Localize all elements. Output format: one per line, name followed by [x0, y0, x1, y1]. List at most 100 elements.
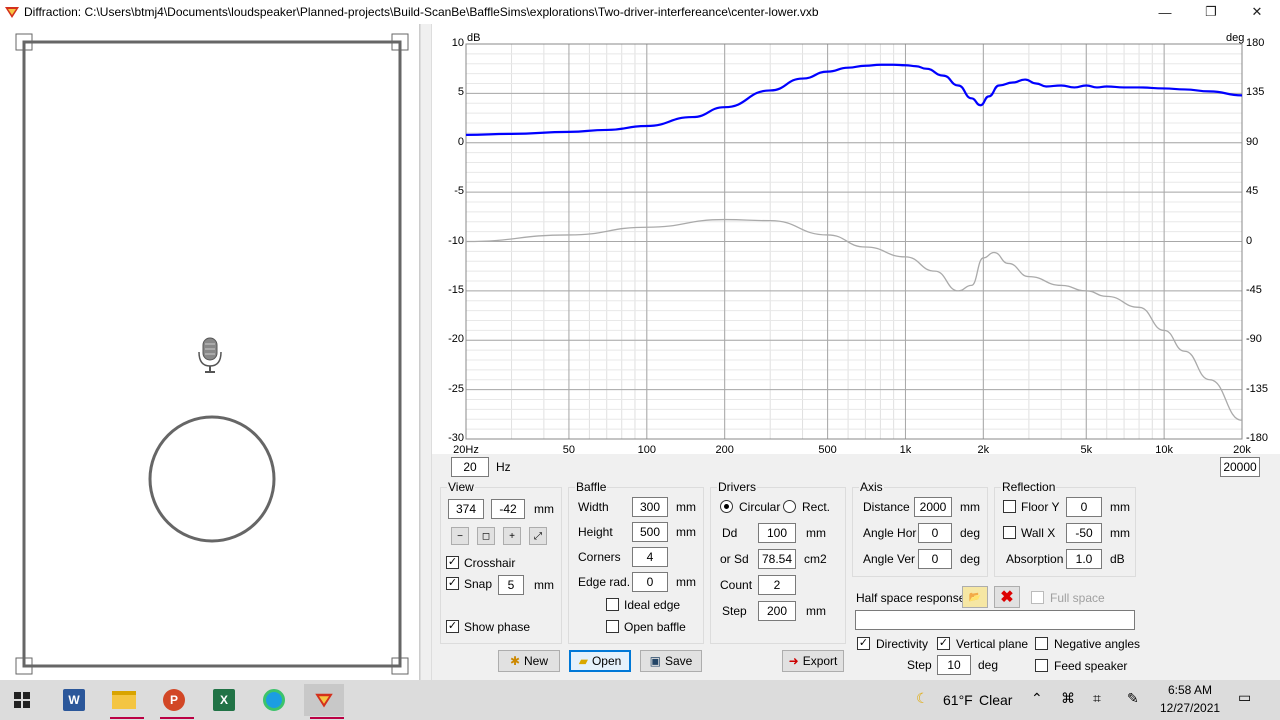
vertical-plane-label: Vertical plane	[956, 637, 1029, 651]
half-space-file-input[interactable]	[855, 610, 1135, 630]
maximize-button[interactable]: ❐	[1188, 0, 1234, 24]
snap-checkbox[interactable]: ✓	[446, 577, 459, 590]
floor-label: Floor Y	[1021, 500, 1060, 514]
dir-step-input[interactable]	[937, 655, 971, 675]
diffraction-app-icon[interactable]	[304, 684, 344, 716]
x-tick-label: 10k	[1155, 444, 1173, 456]
directivity-checkbox[interactable]: ✓	[857, 637, 870, 650]
view-y-input[interactable]	[491, 499, 525, 519]
clock-time[interactable]: 6:58 AM	[1168, 683, 1212, 697]
y-tick-label: -25	[448, 382, 464, 395]
excel-icon[interactable]: X	[204, 684, 244, 716]
baffle-group-title: Baffle	[575, 480, 608, 494]
open-baffle-checkbox[interactable]	[606, 620, 619, 633]
edge-radius-label: Edge rad.	[578, 575, 631, 589]
network-icon[interactable]: ⌗	[1093, 690, 1101, 707]
save-icon: ▣	[649, 654, 661, 668]
y2-tick-label: -180	[1246, 432, 1269, 444]
crosshair-checkbox[interactable]: ✓	[446, 556, 459, 569]
count-input[interactable]	[758, 575, 796, 595]
pen-icon[interactable]: ✎	[1127, 690, 1139, 707]
zoom-in-icon[interactable]: +	[503, 527, 521, 545]
delete-icon[interactable]: ✖	[994, 586, 1020, 608]
corners-input[interactable]	[632, 547, 668, 567]
absorption-input[interactable]	[1066, 549, 1102, 569]
corners-label: Corners	[578, 550, 621, 564]
dd-unit: mm	[806, 526, 826, 540]
angle-ver-input[interactable]	[918, 549, 952, 569]
minimize-button[interactable]: —	[1142, 0, 1188, 24]
baffle-drawing	[15, 33, 409, 675]
sd-label: or Sd	[720, 552, 749, 566]
notification-icon[interactable]: ▭	[1238, 689, 1251, 706]
negative-angles-checkbox[interactable]	[1035, 637, 1048, 650]
width-label: Width	[578, 500, 609, 514]
x-tick-label: 20k	[1233, 444, 1251, 456]
edge-icon[interactable]	[254, 684, 294, 716]
floor-input[interactable]	[1066, 497, 1102, 517]
dir-step-label: Step	[907, 658, 932, 672]
taskbar: W P X ☾ 61°F Clear ⌃ ⌘ ⌗ ✎ 6:58 AM 12/27…	[0, 680, 1280, 720]
full-space-checkbox[interactable]	[1031, 591, 1044, 604]
wall-checkbox[interactable]	[1003, 526, 1016, 539]
rect-radio[interactable]	[783, 500, 796, 513]
wall-input[interactable]	[1066, 523, 1102, 543]
word-icon[interactable]: W	[54, 684, 94, 716]
save-button[interactable]: ▣ Save	[640, 650, 702, 672]
ideal-edge-checkbox[interactable]	[606, 598, 619, 611]
y2-tick-label: 90	[1246, 135, 1259, 148]
view-group-title: View	[447, 480, 475, 494]
y2-tick-label: -45	[1246, 283, 1262, 296]
freq-max-input[interactable]	[1220, 457, 1260, 477]
width-input[interactable]	[632, 497, 668, 517]
open-folder-icon[interactable]: 📂	[962, 586, 988, 608]
x-tick-label: 20Hz	[453, 444, 479, 456]
step-input[interactable]	[758, 601, 796, 621]
dir-step-unit: deg	[978, 658, 999, 672]
angle-ver-unit: deg	[960, 552, 981, 566]
app-icon	[5, 7, 19, 18]
y2-tick-label: 0	[1246, 234, 1253, 247]
floor-checkbox[interactable]	[1003, 500, 1016, 513]
view-x-input[interactable]	[448, 499, 484, 519]
powerpoint-icon[interactable]: P	[154, 684, 194, 716]
moon-icon: ☾	[916, 690, 929, 706]
snap-input[interactable]	[498, 575, 524, 595]
frequency-response-plot[interactable]: dB deg 10 5 0 -5 -10 -15 -20 -25 -30 180 135 90 45 0-…	[432, 24, 1280, 456]
floor-unit: mm	[1110, 500, 1130, 514]
export-button[interactable]: ➜ Export	[782, 650, 844, 672]
angle-hor-input[interactable]	[918, 523, 952, 543]
clock-date[interactable]: 12/27/2021	[1160, 701, 1220, 715]
y2-tick-label: 180	[1246, 37, 1265, 49]
chevron-up-icon[interactable]: ⌃	[1031, 690, 1043, 707]
vertical-plane-checkbox[interactable]: ✓	[937, 637, 950, 650]
circular-radio[interactable]	[720, 500, 733, 513]
show-phase-checkbox[interactable]: ✓	[446, 620, 459, 633]
weather-temp[interactable]: 61°F	[943, 692, 973, 708]
y-tick-label: -20	[448, 333, 464, 346]
close-button[interactable]: ✕	[1234, 0, 1280, 24]
new-button[interactable]: ✱ New	[498, 650, 560, 672]
zoom-fit-icon[interactable]: ⤢	[529, 527, 547, 545]
x-tick-label: 5k	[1080, 444, 1093, 456]
file-explorer-icon[interactable]	[104, 684, 144, 716]
weather-condition[interactable]: Clear	[979, 692, 1012, 708]
meet-now-icon[interactable]: ⌘	[1061, 690, 1075, 707]
height-input[interactable]	[632, 522, 668, 542]
sd-input[interactable]	[758, 549, 796, 569]
baffle-view[interactable]	[0, 24, 420, 680]
open-button[interactable]: ▰ Open	[569, 650, 631, 672]
reflection-group-title: Reflection	[1001, 480, 1057, 494]
freq-min-input[interactable]	[451, 457, 489, 477]
edge-radius-input[interactable]	[632, 572, 668, 592]
y-tick-label: -15	[448, 283, 464, 296]
distance-input[interactable]	[914, 497, 952, 517]
feed-speaker-checkbox[interactable]	[1035, 659, 1048, 672]
ideal-edge-label: Ideal edge	[624, 598, 681, 612]
panel-splitter[interactable]	[420, 24, 432, 680]
zoom-reset-icon[interactable]: ◻	[477, 527, 495, 545]
dd-input[interactable]	[758, 523, 796, 543]
windows-start-icon[interactable]	[2, 684, 42, 716]
snap-unit: mm	[534, 578, 554, 592]
zoom-out-icon[interactable]: −	[451, 527, 469, 545]
